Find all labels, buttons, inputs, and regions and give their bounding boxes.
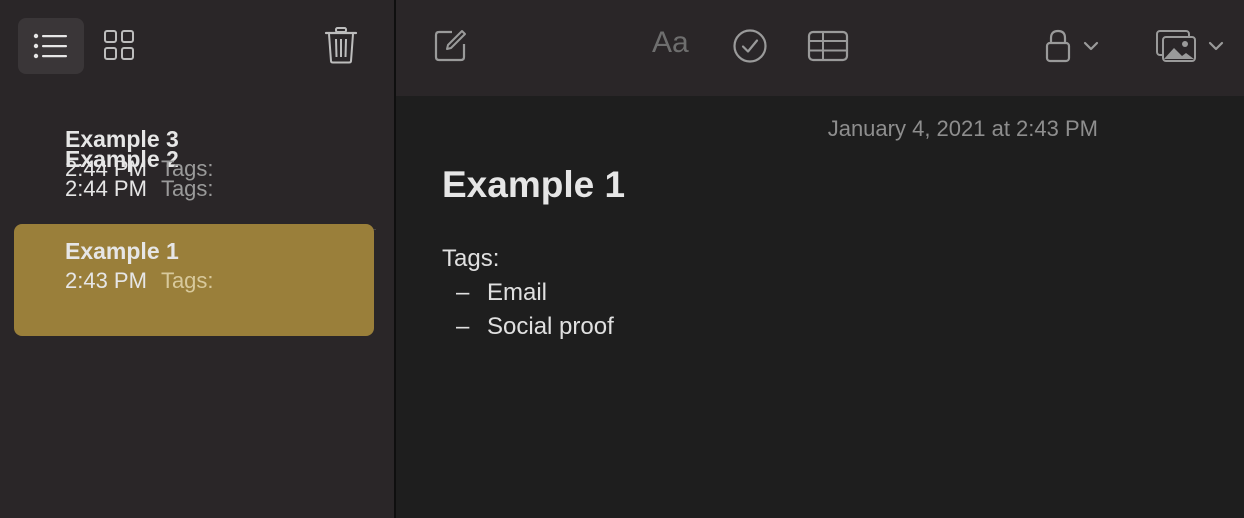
note-list-item-selected[interactable]: Example 1 2:43 PM Tags: xyxy=(14,224,374,336)
note-item-time: 2:43 PM xyxy=(65,268,147,293)
compose-icon xyxy=(434,30,466,62)
tag-text: Email xyxy=(487,279,548,306)
note-list: Example 2 2:44 PM Tags: Example 3 2:44 PM… xyxy=(0,126,394,336)
delete-note-button[interactable] xyxy=(318,20,364,70)
chevron-down-icon xyxy=(1083,41,1099,51)
list-item[interactable]: – Email xyxy=(456,279,614,313)
list-item[interactable]: – Social proof xyxy=(456,313,614,347)
format-button[interactable]: Aa xyxy=(652,26,689,60)
chevron-down-icon xyxy=(1208,41,1224,51)
tag-list: – Email – Social proof xyxy=(456,279,614,347)
list-view-icon xyxy=(33,33,67,59)
sidebar-toolbar xyxy=(0,0,394,92)
table-button[interactable] xyxy=(806,28,850,64)
media-menu-button[interactable] xyxy=(1152,26,1228,66)
note-item-title: Example 1 xyxy=(65,238,179,264)
note-list-item[interactable]: Example 3 2:44 PM Tags: xyxy=(14,112,374,224)
list-bullet: – xyxy=(456,279,470,306)
note-item-preview: Tags: xyxy=(160,268,214,293)
checklist-icon xyxy=(733,29,767,63)
media-icon xyxy=(1156,30,1196,62)
note-item-title: Example 3 xyxy=(65,126,179,152)
note-item-meta: 2:43 PM Tags: xyxy=(65,268,214,294)
trash-icon xyxy=(324,27,358,64)
gallery-view-button[interactable] xyxy=(96,22,142,68)
sidebar: Example 2 2:44 PM Tags: Example 3 2:44 PM… xyxy=(0,0,394,518)
note-title[interactable]: Example 1 xyxy=(442,164,625,206)
lock-menu-button[interactable] xyxy=(1040,26,1104,66)
note-item-time: 2:44 PM xyxy=(65,156,147,181)
notes-app: Example 2 2:44 PM Tags: Example 3 2:44 PM… xyxy=(0,0,1244,518)
checklist-button[interactable] xyxy=(730,26,770,66)
note-tags-label[interactable]: Tags: xyxy=(442,245,499,273)
note-item-meta: 2:44 PM Tags: xyxy=(65,156,214,182)
compose-button[interactable] xyxy=(430,26,470,66)
lock-icon xyxy=(1045,29,1071,63)
note-item-preview: Tags: xyxy=(160,156,214,181)
table-icon xyxy=(807,30,849,62)
tag-text: Social proof xyxy=(487,313,614,340)
note-editor: Aa January 4, 2021 at 2:43 PM Example 1 … xyxy=(396,0,1244,518)
editor-toolbar: Aa xyxy=(396,0,1244,96)
note-date: January 4, 2021 at 2:43 PM xyxy=(827,116,1098,141)
list-bullet: – xyxy=(456,313,470,340)
grid-view-icon xyxy=(104,30,134,60)
list-view-button[interactable] xyxy=(18,18,84,74)
